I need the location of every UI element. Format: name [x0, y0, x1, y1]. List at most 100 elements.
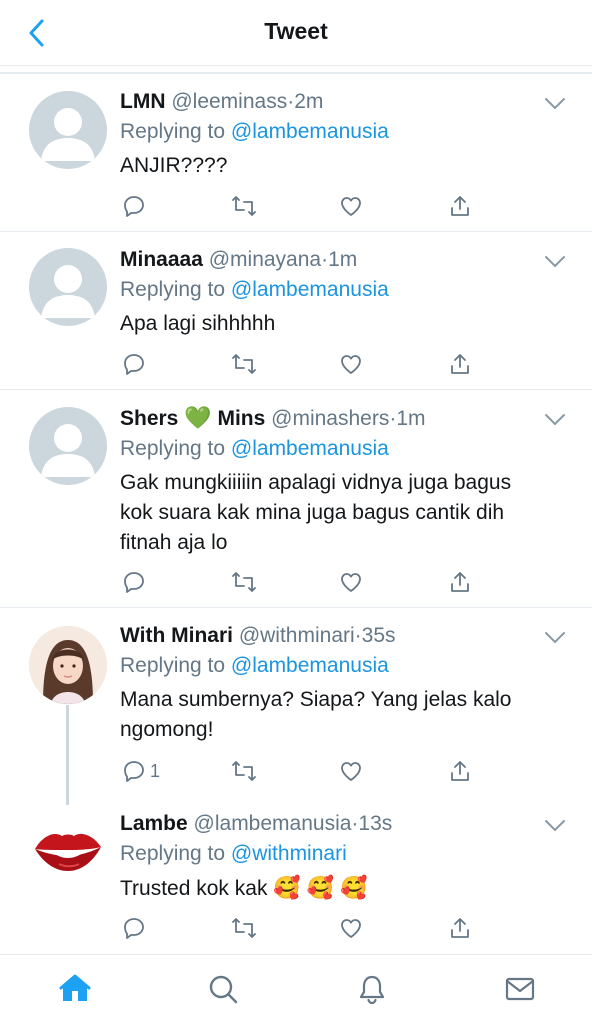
tweet-text: Mana sumbernya? Siapa? Yang jelas kalo n… — [120, 685, 552, 745]
tweet-item[interactable]: Minaaaa @minayana·1m Replying to @lambem… — [0, 233, 592, 390]
tweet-item[interactable]: LMN @leeminass·2m Replying to @lambemanu… — [0, 75, 592, 232]
replying-to-link[interactable]: @lambemanusia — [231, 437, 389, 460]
tweet-header: With Minari @withminari·35s — [120, 621, 552, 651]
tweet-header: Minaaaa @minayana·1m — [120, 245, 552, 275]
timestamp: 1m — [396, 407, 426, 430]
share-icon — [451, 354, 469, 374]
share-icon — [451, 761, 469, 781]
tweet-item[interactable]: Shers 💚 Mins @minashers·1m Replying to @… — [0, 391, 592, 608]
avatar[interactable] — [29, 809, 107, 887]
tweet-text-line: Mana sumbernya? Siapa? Yang jelas kalo — [120, 688, 512, 711]
chevron-down-icon[interactable] — [544, 413, 566, 427]
separator-dot: · — [354, 624, 362, 647]
lips-avatar-icon — [29, 809, 107, 887]
like-button[interactable] — [339, 191, 363, 221]
retweet-icon — [232, 572, 256, 592]
heart-icon — [341, 573, 361, 592]
thread-connector-line — [66, 705, 69, 805]
bottom-tab-bar — [0, 954, 592, 1024]
username: @withminari — [238, 624, 355, 647]
tweet-item[interactable]: Lambe @lambemanusia·13s Replying to @wit… — [0, 799, 592, 954]
share-button[interactable] — [448, 191, 472, 221]
tweet-header: LMN @leeminass·2m — [120, 87, 552, 117]
retweet-icon — [232, 354, 256, 374]
display-name[interactable]: Minaaaa — [120, 248, 203, 271]
reply-button[interactable]: 1 — [122, 756, 160, 786]
top-navigation-bar: Tweet — [0, 0, 592, 66]
like-button[interactable] — [339, 913, 363, 943]
tweet-text-line: Apa lagi sihhhhh — [120, 312, 276, 335]
retweet-icon — [232, 761, 256, 781]
username: @minayana — [208, 248, 322, 271]
avatar[interactable] — [29, 248, 107, 326]
replying-to-link[interactable]: @withminari — [231, 842, 347, 865]
avatar[interactable] — [29, 407, 107, 485]
tweet-actions — [120, 191, 480, 221]
tab-home[interactable] — [57, 971, 93, 1007]
tweet-actions — [120, 567, 480, 597]
share-button[interactable] — [448, 349, 472, 379]
share-icon — [451, 918, 469, 938]
heart-icon — [341, 355, 361, 374]
share-button[interactable] — [448, 913, 472, 943]
replying-to-link[interactable]: @lambemanusia — [231, 278, 389, 301]
share-button[interactable] — [448, 756, 472, 786]
display-name[interactable]: Shers 💚 Mins — [120, 405, 265, 430]
chevron-down-icon[interactable] — [544, 819, 566, 833]
home-icon — [59, 974, 91, 1001]
like-button[interactable] — [339, 756, 363, 786]
tweet-text: Apa lagi sihhhhh — [120, 309, 552, 339]
reply-icon — [124, 761, 144, 782]
avatar[interactable] — [29, 91, 107, 169]
retweet-button[interactable] — [231, 191, 257, 221]
reply-icon — [124, 196, 144, 217]
chevron-down-icon[interactable] — [544, 255, 566, 269]
bell-icon — [359, 975, 385, 1005]
replying-to-link[interactable]: @lambemanusia — [231, 120, 389, 143]
tab-notifications[interactable] — [354, 971, 390, 1007]
reply-button[interactable] — [122, 567, 146, 597]
like-button[interactable] — [339, 567, 363, 597]
tweet-text: Gak mungkiiiiin apalagi vidnya juga bagu… — [120, 468, 552, 558]
reply-button[interactable] — [122, 913, 146, 943]
tweet-text-line: Gak mungkiiiiin apalagi vidnya juga bagu… — [120, 471, 512, 494]
display-name[interactable]: Lambe — [120, 812, 188, 835]
replying-to: Replying to @lambemanusia — [120, 434, 552, 464]
avatar[interactable] — [29, 626, 107, 704]
tab-messages[interactable] — [502, 971, 538, 1007]
replying-to: Replying to @withminari — [120, 839, 552, 869]
heart-icon — [341, 197, 361, 216]
page-title: Tweet — [264, 18, 328, 44]
tweet-item[interactable]: With Minari @withminari·35s Replying to … — [0, 609, 592, 799]
timestamp: 2m — [294, 90, 324, 113]
display-name-part: Shers — [120, 407, 179, 430]
tweet-text-line: kok suara kak mina juga bagus cantik dih — [120, 501, 505, 524]
tab-search[interactable] — [205, 971, 241, 1007]
share-icon — [451, 196, 469, 216]
replying-to: Replying to @lambemanusia — [120, 651, 552, 681]
reply-icon — [124, 572, 144, 593]
timestamp: 35s — [361, 624, 396, 647]
display-name[interactable]: With Minari — [120, 624, 233, 647]
replying-to-link[interactable]: @lambemanusia — [231, 654, 389, 677]
tweet-text: ANJIR???? — [120, 151, 552, 181]
chevron-down-icon[interactable] — [544, 631, 566, 645]
default-avatar-icon — [41, 424, 95, 477]
like-button[interactable] — [339, 349, 363, 379]
display-name[interactable]: LMN — [120, 90, 166, 113]
retweet-button[interactable] — [231, 913, 257, 943]
retweet-button[interactable] — [231, 349, 257, 379]
replying-to-label: Replying to — [120, 842, 231, 865]
retweet-button[interactable] — [231, 756, 257, 786]
replying-to: Replying to @lambemanusia — [120, 117, 552, 147]
retweet-button[interactable] — [231, 567, 257, 597]
username: @lambemanusia — [193, 812, 352, 835]
retweet-icon — [232, 196, 256, 216]
tweet-text-line: ANJIR???? — [120, 154, 228, 177]
username: @minashers — [271, 407, 390, 430]
reply-button[interactable] — [122, 349, 146, 379]
chevron-down-icon[interactable] — [544, 97, 566, 111]
share-button[interactable] — [448, 567, 472, 597]
reply-button[interactable] — [122, 191, 146, 221]
replying-to-label: Replying to — [120, 278, 231, 301]
